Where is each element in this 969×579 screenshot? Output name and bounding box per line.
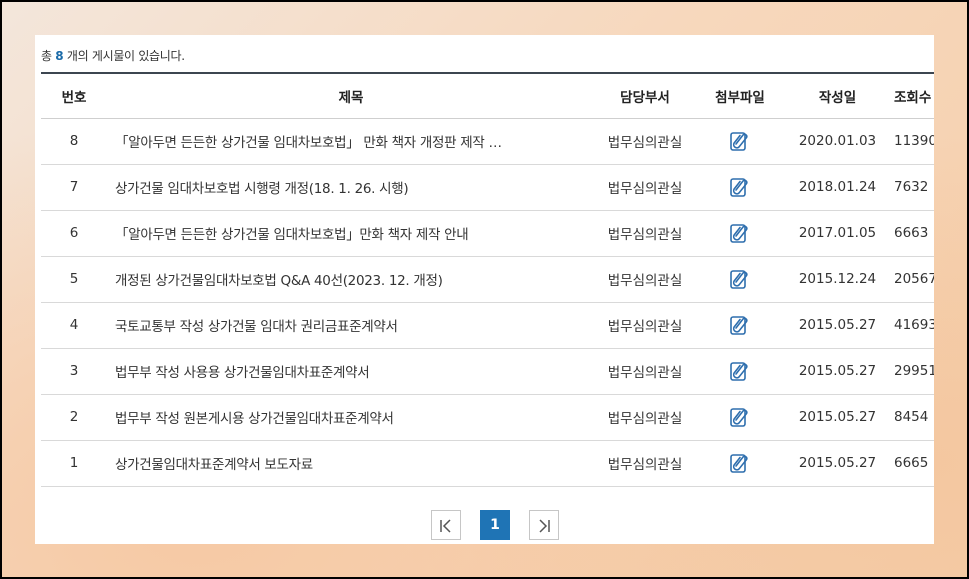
- attachment-icon[interactable]: [730, 406, 750, 428]
- header-title: 제목: [107, 73, 595, 119]
- header-no: 번호: [41, 73, 107, 119]
- row-title-link[interactable]: 법무부 작성 사용용 상가건물임대차표준계약서: [107, 348, 595, 395]
- attachment-icon[interactable]: [730, 176, 750, 198]
- board-table: 번호 제목 담당부서 첨부파일 작성일 조회수 8 「알아두면 든든한 상가건물…: [41, 72, 934, 487]
- row-number: 2: [41, 394, 107, 441]
- table-row: 6 「알아두면 든든한 상가건물 임대차보호법」만화 책자 제작 안내 법무심의…: [41, 210, 934, 257]
- row-dept: 법무심의관실: [595, 164, 695, 211]
- row-attachment: [695, 256, 785, 303]
- table-row: 7 상가건물 임대차보호법 시행령 개정(18. 1. 26. 시행) 법무심의…: [41, 164, 934, 211]
- row-title-link[interactable]: 「알아두면 든든한 상가건물 임대차보호법」 만화 책자 개정판 제작 …: [107, 118, 595, 165]
- table-row: 8 「알아두면 든든한 상가건물 임대차보호법」 만화 책자 개정판 제작 … …: [41, 118, 934, 165]
- row-views: 11390: [890, 118, 934, 165]
- row-attachment: [695, 210, 785, 257]
- first-page-button[interactable]: [431, 510, 461, 540]
- row-title-link[interactable]: 상가건물임대차표준계약서 보도자료: [107, 440, 595, 487]
- row-title-link[interactable]: 상가건물 임대차보호법 시행령 개정(18. 1. 26. 시행): [107, 164, 595, 211]
- row-attachment: [695, 348, 785, 395]
- row-attachment: [695, 118, 785, 165]
- row-number: 4: [41, 302, 107, 349]
- row-dept: 법무심의관실: [595, 394, 695, 441]
- row-title-link[interactable]: 국토교통부 작성 상가건물 임대차 권리금표준계약서: [107, 302, 595, 349]
- row-number: 7: [41, 164, 107, 211]
- row-dept: 법무심의관실: [595, 440, 695, 487]
- row-attachment: [695, 440, 785, 487]
- attachment-icon[interactable]: [730, 222, 750, 244]
- last-page-icon: [539, 519, 550, 533]
- row-date: 2015.12.24: [785, 256, 890, 303]
- row-dept: 법무심의관실: [595, 118, 695, 165]
- table-row: 3 법무부 작성 사용용 상가건물임대차표준계약서 법무심의관실 2015.05…: [41, 348, 934, 395]
- row-date: 2015.05.27: [785, 394, 890, 441]
- attachment-icon[interactable]: [730, 314, 750, 336]
- header-file: 첨부파일: [695, 73, 785, 119]
- row-dept: 법무심의관실: [595, 302, 695, 349]
- attachment-icon[interactable]: [730, 268, 750, 290]
- row-dept: 법무심의관실: [595, 348, 695, 395]
- row-title-link[interactable]: 법무부 작성 원본게시용 상가건물임대차표준계약서: [107, 394, 595, 441]
- header-dept: 담당부서: [595, 73, 695, 119]
- row-views: 41693: [890, 302, 934, 349]
- header-views: 조회수: [890, 73, 934, 119]
- last-page-button[interactable]: [529, 510, 559, 540]
- row-title-link[interactable]: 개정된 상가건물임대차보호법 Q&A 40선(2023. 12. 개정): [107, 256, 595, 303]
- row-views: 7632: [890, 164, 934, 211]
- row-date: 2018.01.24: [785, 164, 890, 211]
- table-row: 4 국토교통부 작성 상가건물 임대차 권리금표준계약서 법무심의관실 2015…: [41, 302, 934, 349]
- row-attachment: [695, 164, 785, 211]
- row-title-link[interactable]: 「알아두면 든든한 상가건물 임대차보호법」만화 책자 제작 안내: [107, 210, 595, 257]
- row-views: 8454: [890, 394, 934, 441]
- attachment-icon[interactable]: [730, 452, 750, 474]
- row-date: 2015.05.27: [785, 348, 890, 395]
- post-count-summary: 총 8 개의 게시물이 있습니다.: [41, 47, 185, 64]
- post-count: 8: [55, 49, 64, 63]
- row-date: 2017.01.05: [785, 210, 890, 257]
- attachment-icon[interactable]: [730, 360, 750, 382]
- summary-suffix: 개의 게시물이 있습니다.: [66, 49, 185, 63]
- header-date: 작성일: [785, 73, 890, 119]
- table-row: 5 개정된 상가건물임대차보호법 Q&A 40선(2023. 12. 개정) 법…: [41, 256, 934, 303]
- row-views: 29951: [890, 348, 934, 395]
- row-views: 6665: [890, 440, 934, 487]
- attachment-icon[interactable]: [730, 130, 750, 152]
- table-header-row: 번호 제목 담당부서 첨부파일 작성일 조회수: [41, 73, 934, 119]
- row-attachment: [695, 394, 785, 441]
- row-number: 6: [41, 210, 107, 257]
- table-row: 1 상가건물임대차표준계약서 보도자료 법무심의관실 2015.05.27 66…: [41, 440, 934, 487]
- row-number: 3: [41, 348, 107, 395]
- row-number: 8: [41, 118, 107, 165]
- row-date: 2020.01.03: [785, 118, 890, 165]
- row-views: 6663: [890, 210, 934, 257]
- row-dept: 법무심의관실: [595, 256, 695, 303]
- board-panel: 총 8 개의 게시물이 있습니다. 번호 제목 담당부서 첨부파일 작성일 조회…: [35, 35, 934, 544]
- table-row: 2 법무부 작성 원본게시용 상가건물임대차표준계약서 법무심의관실 2015.…: [41, 394, 934, 441]
- row-views: 20567: [890, 256, 934, 303]
- summary-prefix: 총: [41, 49, 52, 63]
- row-dept: 법무심의관실: [595, 210, 695, 257]
- row-date: 2015.05.27: [785, 440, 890, 487]
- row-date: 2015.05.27: [785, 302, 890, 349]
- row-number: 1: [41, 440, 107, 487]
- first-page-icon: [440, 519, 451, 533]
- row-number: 5: [41, 256, 107, 303]
- row-attachment: [695, 302, 785, 349]
- page-1-button[interactable]: 1: [480, 510, 510, 540]
